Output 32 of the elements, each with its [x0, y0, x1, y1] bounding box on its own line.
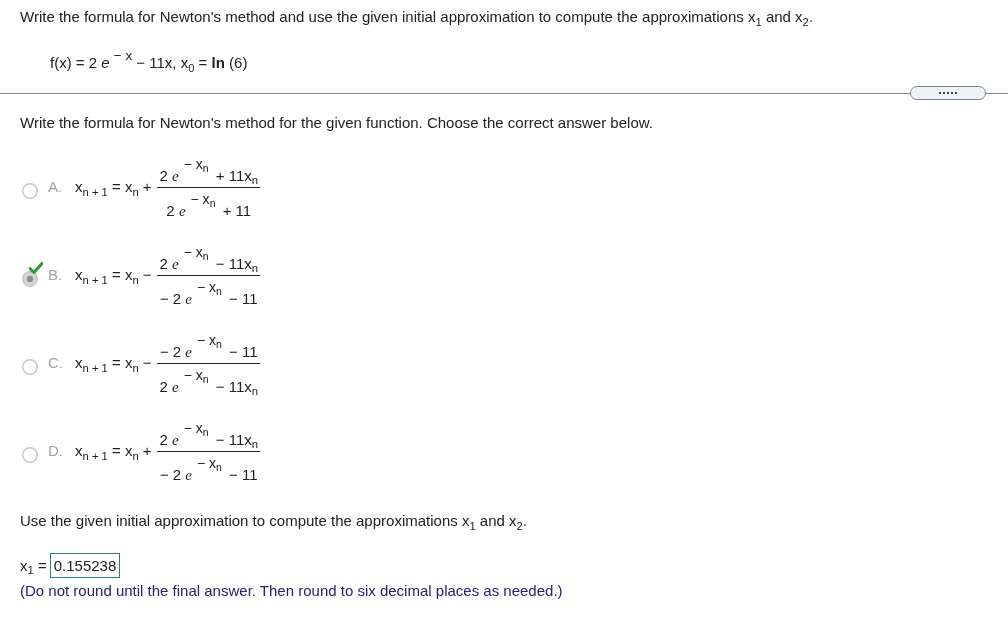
fraction-denominator: − 2 e − x$_{n}$ − 11 — [158, 453, 259, 484]
question-text: Write the formula for Newton's method and use the given initial approximation to compute the approximations x$_{1}$ and x$_{2}$. — [20, 7, 815, 27]
formula-text: x$_{n + 1}$ = x$_{n}$ — [75, 177, 139, 197]
fraction-numerator: − 2 e − x$_{n}$ − 11 — [158, 330, 259, 361]
prompt-text: Write the formula for Newton's method for the given function. Choose the correct answer below. — [20, 113, 654, 133]
radio-button[interactable] — [22, 447, 38, 464]
answer-field[interactable]: 0.155238 — [49, 553, 121, 578]
radio-button[interactable] — [22, 183, 38, 200]
option-letter[interactable]: B. — [48, 265, 75, 285]
radio-button[interactable] — [22, 359, 38, 376]
fraction-numerator: 2 e − x$_{n}$ − 11x$_{n}$ — [158, 242, 260, 273]
option-letter[interactable]: D. — [48, 441, 75, 461]
operator-text: + — [142, 441, 152, 461]
prompt-text: Use the given initial approximation to compute the approximations x$_{1}$ and x$_{2}$. — [20, 511, 528, 531]
function-text: f(x) = 2 e $^{− x}$ − 11x, x$_{0}$ = ln (6) — [50, 53, 249, 73]
expand-button[interactable] — [910, 86, 986, 100]
fraction-denominator: 2 e − x$_{n}$ + 11 — [165, 189, 253, 220]
fraction-numerator: 2 e − x$_{n}$ + 11x$_{n}$ — [158, 154, 260, 185]
radio-button[interactable] — [22, 271, 38, 288]
fraction-denominator: − 2 e − x$_{n}$ − 11 — [158, 277, 259, 308]
operator-text: − — [142, 265, 152, 285]
formula-text: x$_{n + 1}$ = x$_{n}$ — [75, 265, 139, 285]
fraction-numerator: 2 e − x$_{n}$ − 11x$_{n}$ — [158, 418, 260, 449]
operator-text: − — [142, 353, 152, 373]
option-letter[interactable]: A. — [48, 177, 75, 197]
formula-text: x$_{n + 1}$ = x$_{n}$ — [75, 441, 139, 461]
answer-label: x$_{1}$ = — [20, 555, 47, 576]
option-letter[interactable]: C. — [48, 353, 75, 373]
fraction-denominator: 2 e − x$_{n}$ − 11x$_{n}$ — [158, 365, 260, 396]
operator-text: + — [142, 177, 152, 197]
formula-text: x$_{n + 1}$ = x$_{n}$ — [75, 353, 139, 373]
instruction-note: (Do not round until the final answer. Then round to six decimal places as needed.) — [20, 581, 564, 601]
